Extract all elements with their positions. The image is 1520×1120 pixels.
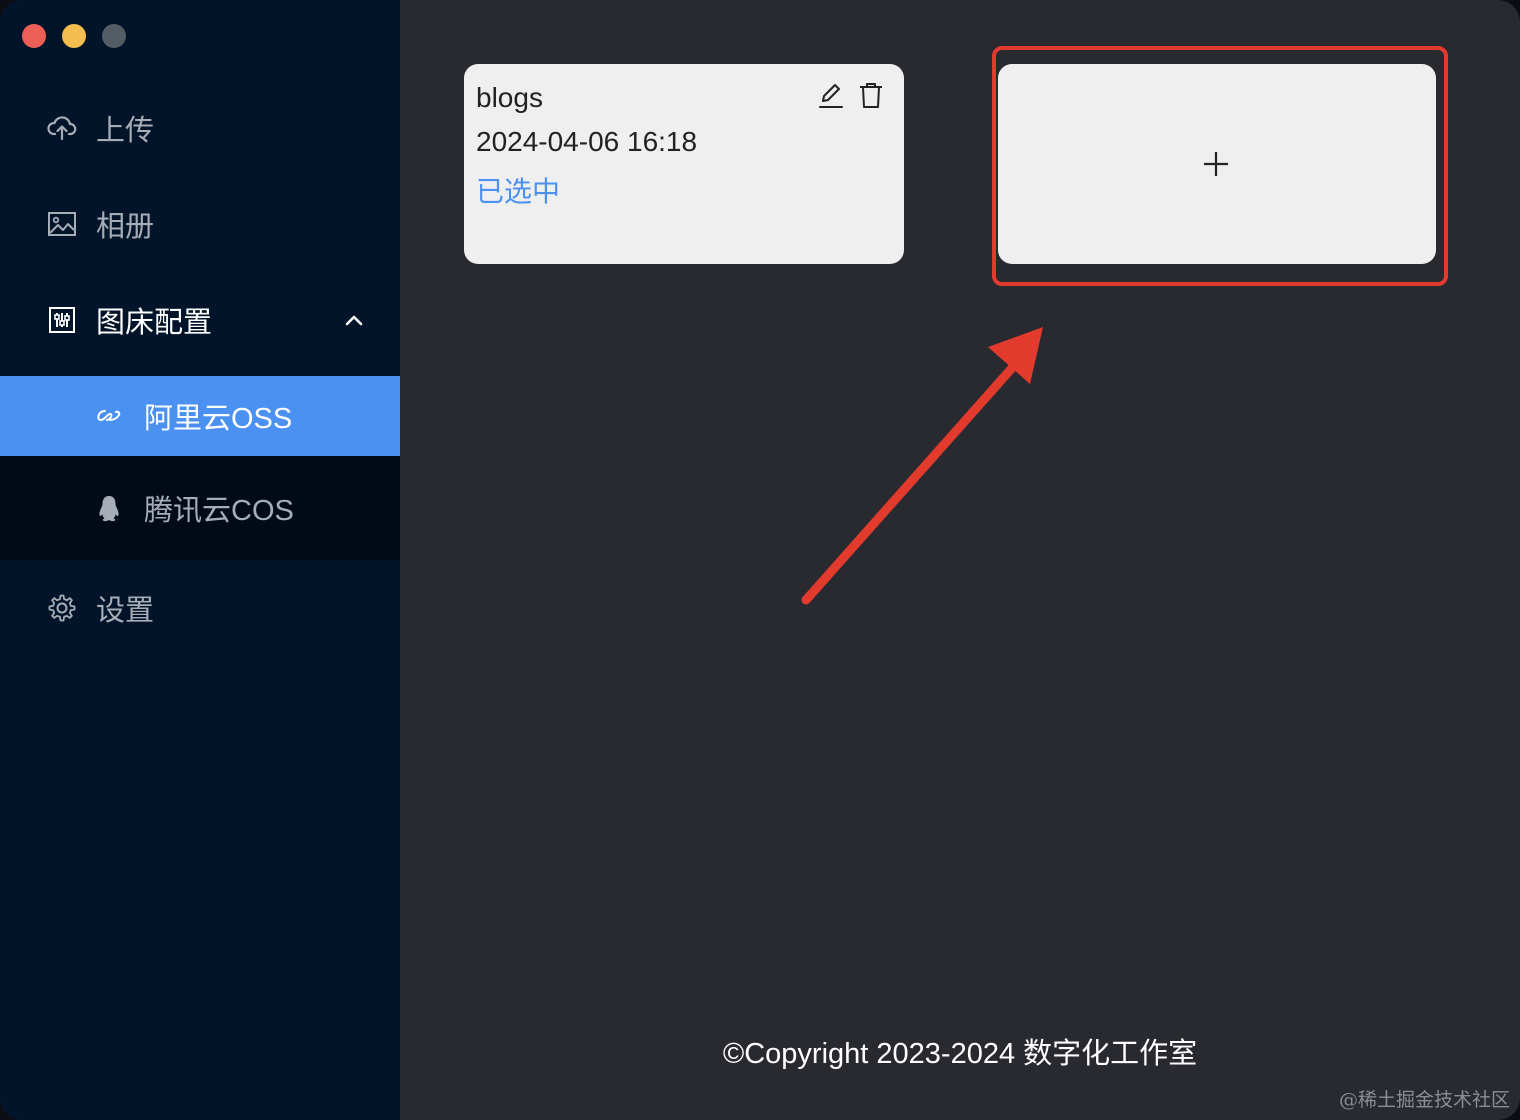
sidebar-group-image-host-config[interactable]: 图床配置 — [0, 280, 400, 360]
watermark: @稀土掘金技术社区 — [1338, 1089, 1510, 1111]
config-name: blogs — [476, 82, 543, 113]
image-icon — [48, 212, 76, 236]
sidebar-item-label: 设置 — [96, 595, 155, 627]
plus-icon — [1204, 152, 1228, 176]
config-date: 2024-04-06 16:18 — [476, 126, 698, 157]
close-window-button[interactable] — [22, 24, 46, 48]
sidebar-subitem-aliyun-oss[interactable]: 阿里云OSS — [0, 376, 400, 456]
sidebar-item-upload[interactable]: 上传 — [0, 88, 400, 168]
sidebar-item-settings[interactable]: 设置 — [0, 568, 400, 648]
zoom-window-button[interactable] — [102, 24, 126, 48]
trash-icon[interactable] — [856, 80, 886, 110]
sidebar-subitem-label: 腾讯云COS — [144, 495, 294, 527]
sidebar-item-label: 相册 — [96, 211, 155, 243]
sidebar-item-album[interactable]: 相册 — [0, 184, 400, 264]
sliders-icon — [49, 307, 75, 333]
chevron-up-icon[interactable] — [344, 310, 364, 330]
sidebar-subitem-tencent-cos[interactable]: 腾讯云COS — [0, 456, 400, 560]
penguin-icon — [99, 496, 119, 522]
config-card[interactable]: blogs 2024-04-06 16:18 已选中 — [464, 64, 904, 264]
aliyun-icon — [97, 410, 121, 422]
gear-icon — [48, 594, 76, 622]
minimize-window-button[interactable] — [62, 24, 86, 48]
sidebar-subitem-label: 阿里云OSS — [144, 403, 293, 435]
edit-icon[interactable] — [816, 80, 846, 110]
config-selected-status: 已选中 — [476, 176, 561, 207]
footer-copyright: ©Copyright 2023-2024 数字化工作室 — [722, 1038, 1198, 1070]
app-window: 上传 相册 图床配置 阿里云OSS 腾讯云COS 设置 blogs 2024-0… — [0, 0, 1520, 1120]
cloud-upload-icon — [47, 116, 77, 141]
sidebar-item-label: 上传 — [96, 115, 155, 147]
sidebar: 上传 相册 图床配置 阿里云OSS 腾讯云COS 设置 — [0, 0, 400, 1120]
add-config-card[interactable] — [998, 64, 1436, 264]
sidebar-item-label: 图床配置 — [96, 307, 213, 339]
